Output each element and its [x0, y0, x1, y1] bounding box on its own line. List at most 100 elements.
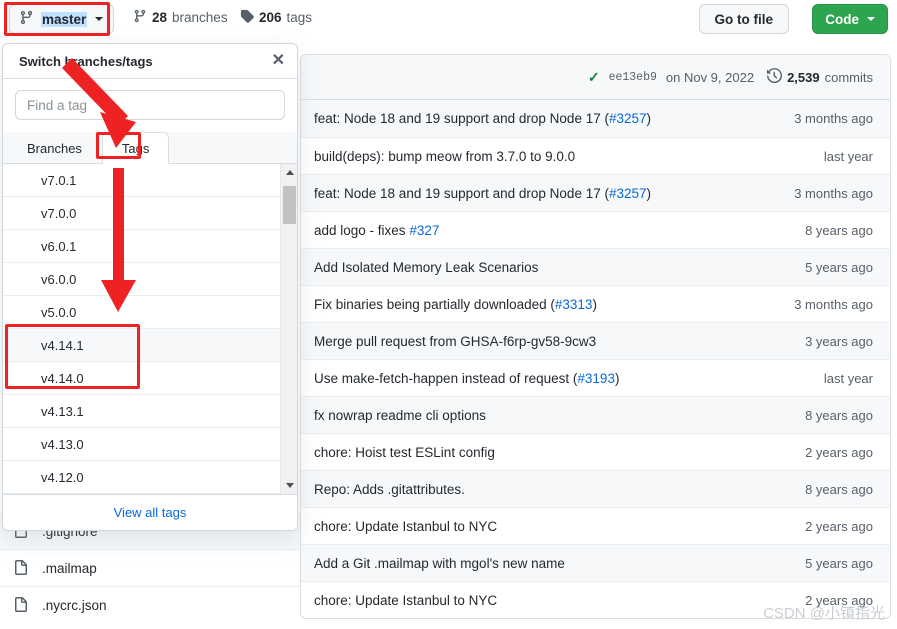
commit-message[interactable]: Add Isolated Memory Leak Scenarios: [314, 260, 538, 275]
code-button[interactable]: Code: [812, 4, 888, 34]
commit-message[interactable]: Use make-fetch-happen instead of request…: [314, 371, 619, 386]
commit-issue-link[interactable]: #3313: [555, 297, 593, 312]
tag-list-item[interactable]: v7.0.0: [3, 197, 297, 230]
commits-count[interactable]: 2,539 commits: [767, 68, 873, 86]
tag-list-item[interactable]: v4.13.0: [3, 428, 297, 461]
commit-date: on Nov 9, 2022: [665, 69, 755, 85]
commit-row[interactable]: chore: Hoist test ESLint config 2 years a…: [301, 433, 890, 470]
file-row[interactable]: .nycrc.json: [0, 586, 300, 623]
commit-age: 2 years ago: [805, 444, 873, 460]
commit-row[interactable]: Repo: Adds .gitattributes. 8 years ago: [301, 470, 890, 507]
file-name[interactable]: .mailmap: [42, 561, 97, 576]
commit-issue-link[interactable]: #327: [409, 223, 439, 238]
commit-message[interactable]: build(deps): bump meow from 3.7.0 to 9.0…: [314, 149, 575, 164]
commit-row[interactable]: chore: Update Istanbul to NYC 2 years ago: [301, 581, 890, 618]
commit-issue-link[interactable]: #3193: [577, 371, 615, 386]
commit-message[interactable]: chore: Hoist test ESLint config: [314, 445, 495, 460]
commit-message[interactable]: chore: Update Istanbul to NYC: [314, 593, 497, 608]
commit-sha[interactable]: ee13eb9: [609, 71, 657, 84]
commit-age: 3 years ago: [805, 333, 873, 349]
commit-age: 2 years ago: [805, 518, 873, 534]
check-icon: ✓: [587, 68, 600, 85]
commits-count-value: 2,539: [787, 69, 820, 85]
commit-rows: feat: Node 18 and 19 support and drop No…: [301, 100, 890, 618]
dropdown-tab-branches[interactable]: Branches: [7, 132, 102, 164]
scrollbar-thumb[interactable]: [283, 186, 296, 224]
commit-message[interactable]: Fix binaries being partially downloaded …: [314, 297, 597, 312]
go-to-file-button[interactable]: Go to file: [698, 4, 789, 34]
commit-row[interactable]: Add Isolated Memory Leak Scenarios 5 year…: [301, 248, 890, 285]
commit-message[interactable]: feat: Node 18 and 19 support and drop No…: [314, 111, 651, 126]
commit-age: last year: [823, 148, 873, 164]
tag-icon: [240, 9, 254, 26]
view-all-tags-link[interactable]: View all tags: [114, 505, 187, 520]
scroll-up-icon[interactable]: [281, 164, 297, 181]
dropdown-search: [3, 79, 297, 132]
commit-row[interactable]: Use make-fetch-happen instead of request…: [301, 359, 890, 396]
tag-list-item[interactable]: v6.0.0: [3, 263, 297, 296]
branches-count[interactable]: 28 branches: [133, 9, 228, 26]
tags-count[interactable]: 206 tags: [240, 9, 312, 26]
commit-age: 5 years ago: [805, 259, 873, 275]
commit-message[interactable]: Repo: Adds .gitattributes.: [314, 482, 465, 497]
tag-list-item[interactable]: v7.0.1: [3, 164, 297, 197]
close-icon[interactable]: ✕: [272, 53, 285, 69]
tag-list[interactable]: v7.0.1 v7.0.0 v6.0.1 v6.0.0 v5.0.0 v4.14.1 v4.…: [3, 164, 297, 494]
file-name[interactable]: .nycrc.json: [42, 598, 107, 613]
dropdown-tab-tags[interactable]: Tags: [101, 132, 170, 164]
commit-row[interactable]: Add a Git .mailmap with mgol's new name 5…: [301, 544, 890, 581]
commit-message[interactable]: chore: Update Istanbul to NYC: [314, 519, 497, 534]
commit-message[interactable]: add logo - fixes #327: [314, 223, 439, 238]
branch-selector-button[interactable]: master: [9, 4, 115, 34]
commit-row[interactable]: Merge pull request from GHSA-f6rp-gv58-9…: [301, 322, 890, 359]
commit-list-panel: ✓ ee13eb9 on Nov 9, 2022 2,539 commits f…: [300, 54, 891, 619]
dropdown-header: Switch branches/tags ✕: [3, 44, 297, 79]
file-icon: [13, 560, 29, 576]
commit-age: 8 years ago: [805, 481, 873, 497]
dropdown-footer: View all tags: [3, 494, 297, 530]
scroll-down-icon[interactable]: [281, 477, 297, 494]
tag-list-item[interactable]: v4.14.0: [3, 362, 297, 395]
find-a-tag-input[interactable]: [15, 90, 285, 120]
tag-list-item[interactable]: v4.14.1: [3, 329, 297, 362]
commit-age: 8 years ago: [805, 222, 873, 238]
commit-message[interactable]: Merge pull request from GHSA-f6rp-gv58-9…: [314, 334, 596, 349]
tag-list-item[interactable]: v5.0.0: [3, 296, 297, 329]
commit-row[interactable]: build(deps): bump meow from 3.7.0 to 9.0…: [301, 137, 890, 174]
commit-row[interactable]: fx nowrap readme cli options 8 years ago: [301, 396, 890, 433]
chevron-down-icon: [95, 17, 104, 21]
dropdown-title: Switch branches/tags: [19, 53, 153, 69]
commit-message[interactable]: Add a Git .mailmap with mgol's new name: [314, 556, 565, 571]
commit-row[interactable]: feat: Node 18 and 19 support and drop No…: [301, 174, 890, 211]
commits-count-label: commits: [824, 69, 873, 85]
branch-selector-label: master: [41, 11, 88, 27]
commit-age: 3 months ago: [794, 185, 873, 201]
latest-commit-header: ✓ ee13eb9 on Nov 9, 2022 2,539 commits: [301, 55, 890, 100]
tag-list-item[interactable]: v6.0.1: [3, 230, 297, 263]
switch-branches-tags-dropdown: Switch branches/tags ✕ BranchesTags v7.0…: [2, 43, 298, 531]
dropdown-tabs: Branches Tags: [3, 132, 297, 164]
commit-row[interactable]: chore: Update Istanbul to NYC 2 years ago: [301, 507, 890, 544]
chevron-down-icon: [867, 17, 875, 21]
github-repo-page: master 28 branches 206 tags Go to file C…: [0, 0, 897, 629]
commit-age: 3 months ago: [794, 111, 873, 126]
tags-count-value: 206: [259, 10, 282, 25]
tag-list-item[interactable]: v4.13.1: [3, 395, 297, 428]
commit-issue-link[interactable]: #3257: [609, 111, 647, 126]
commit-row[interactable]: feat: Node 18 and 19 support and drop No…: [301, 100, 890, 137]
commit-message[interactable]: fx nowrap readme cli options: [314, 408, 486, 423]
commit-age: last year: [823, 370, 873, 386]
commit-age: 8 years ago: [805, 407, 873, 423]
commit-row[interactable]: Fix binaries being partially downloaded …: [301, 285, 890, 322]
file-icon: [13, 597, 29, 613]
tag-list-scrollbar[interactable]: [280, 164, 297, 494]
file-row[interactable]: .mailmap: [0, 549, 300, 586]
commit-message[interactable]: feat: Node 18 and 19 support and drop No…: [314, 186, 651, 201]
commit-issue-link[interactable]: #3257: [609, 186, 647, 201]
commit-age: 2 years ago: [805, 592, 873, 608]
tag-list-item[interactable]: v4.12.0: [3, 461, 297, 494]
commit-row[interactable]: add logo - fixes #327 8 years ago: [301, 211, 890, 248]
history-icon: [767, 68, 783, 86]
branch-icon: [133, 9, 147, 26]
commit-age: 3 months ago: [794, 296, 873, 312]
